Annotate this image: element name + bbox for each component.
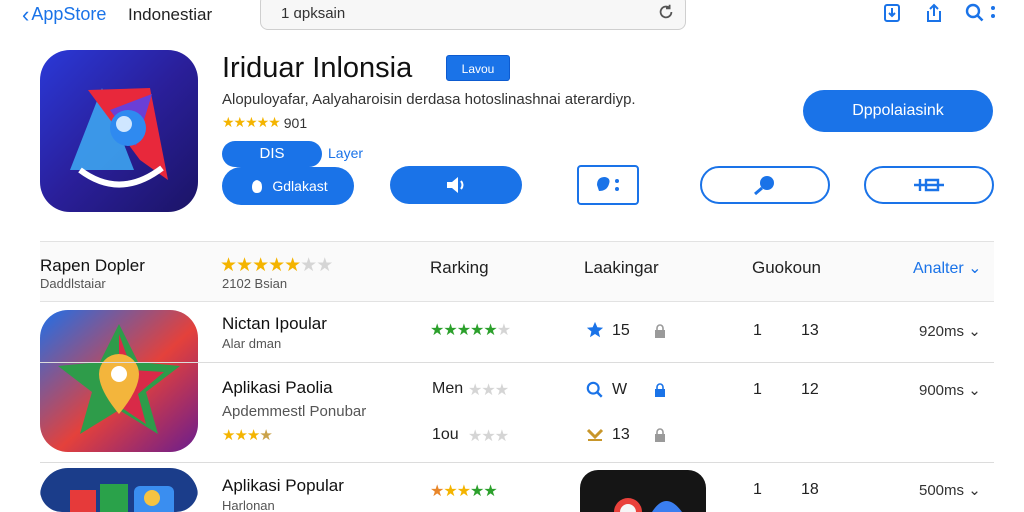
lock-icon <box>655 324 665 338</box>
back-button[interactable]: ‹ AppStore <box>22 1 107 27</box>
row-count-a: 1 <box>753 322 762 339</box>
row-star-rating-icon: ★★★ <box>468 428 509 445</box>
header-rating-caption: 2102 Bsian <box>222 276 288 291</box>
search-value: 1 ɑpksain <box>281 5 346 22</box>
rating-count: 901 <box>283 114 308 131</box>
app-description: Alopuloyafar, Aalyaharoisin derdasa hoto… <box>222 91 636 108</box>
row-title[interactable]: Nictan Ipoular <box>222 314 327 334</box>
row-ranking-label-2: 1ou <box>432 426 459 443</box>
row-size: 500ms <box>919 482 965 499</box>
get-button[interactable]: Gdlakast <box>222 167 354 205</box>
share-icon[interactable] <box>923 2 945 24</box>
row-divider <box>40 462 994 463</box>
row-ranking-label: Men <box>432 380 464 397</box>
row-star-rating-icon: ★★★ <box>468 382 509 399</box>
chevron-left-icon: ‹ <box>22 1 30 27</box>
back-label: AppStore <box>31 4 107 24</box>
row-subtitle: Alar dman <box>222 336 282 351</box>
search-input[interactable]: 1 ɑpksain <box>260 0 686 30</box>
search-icon <box>586 381 603 398</box>
connect-button[interactable] <box>864 166 994 204</box>
app-name: Iriduar Inlonsia <box>222 52 413 84</box>
row-subtitle: Apdemmestl Ponubar <box>222 403 367 420</box>
row-app-icon[interactable] <box>40 468 198 512</box>
status-badge: Lavou <box>446 55 510 81</box>
row-star-rating-icon: ★★★★★ <box>430 483 498 500</box>
row-title[interactable]: Aplikasi Paolia <box>222 378 333 398</box>
magnify-icon <box>754 176 774 196</box>
column-ranking[interactable]: Rarking <box>430 258 489 278</box>
row-divider <box>40 362 994 363</box>
list-header <box>40 241 994 302</box>
row-size-dropdown[interactable]: 920ms ⌄ <box>919 322 981 340</box>
row-size-dropdown[interactable]: 900ms ⌄ <box>919 381 981 399</box>
speaker-icon <box>447 177 464 193</box>
list-title: Rapen Dopler <box>40 256 145 275</box>
row-ranking-value: 15 <box>612 322 630 339</box>
column-count[interactable]: Guokoun <box>752 258 821 278</box>
row-count-b: 13 <box>801 322 819 339</box>
row-subtitle: Harlonan <box>222 498 275 512</box>
chat-bubble-icon <box>597 177 619 191</box>
row-count-b: 18 <box>801 481 819 498</box>
primary-action-button[interactable]: Dppolaiasink <box>803 90 993 132</box>
row-star-rating-icon: ★★★★ <box>222 427 273 444</box>
search-icon[interactable] <box>964 2 986 24</box>
row-preview-icon[interactable] <box>580 470 706 512</box>
chat-button[interactable] <box>577 165 639 205</box>
row-size: 900ms <box>919 382 965 399</box>
analyze-label: Analter <box>913 260 964 277</box>
app-rating: ★★★★★ 901 <box>222 114 307 131</box>
chevron-down-icon: ⌄ <box>968 482 981 499</box>
star-icon <box>586 321 604 338</box>
row-size: 920ms <box>919 323 965 340</box>
bookmark-icon[interactable] <box>881 2 903 24</box>
chevron-down-icon: ⌄ <box>968 323 981 340</box>
plug-icon <box>914 178 944 192</box>
row-count-a: 1 <box>753 481 762 498</box>
row-looking-value-2: 13 <box>612 426 630 443</box>
chevron-down-icon: ⌄ <box>968 382 981 399</box>
hand-icon <box>252 180 263 193</box>
app-icon <box>40 50 198 212</box>
chevron-down-icon: ⌄ <box>968 260 982 277</box>
dis-button[interactable]: DIS <box>222 141 322 167</box>
lock-icon <box>655 428 665 442</box>
analyze-dropdown[interactable]: Analter ⌄ <box>913 258 982 278</box>
star-rating-icon: ★★★★★ <box>222 114 281 130</box>
sound-button[interactable] <box>390 166 522 204</box>
lock-icon <box>655 383 665 397</box>
header-star-rating-icon: ★★★★★★★ <box>220 255 333 276</box>
column-looking[interactable]: Laakingar <box>584 258 659 278</box>
row-looking-value: W <box>612 381 628 398</box>
row-star-rating-icon: ★★★★★★ <box>430 322 511 339</box>
row-title[interactable]: Aplikasi Popular <box>222 476 344 496</box>
more-icon[interactable] <box>990 4 996 24</box>
chevron-icon <box>586 428 604 441</box>
row-count-b: 12 <box>801 381 819 398</box>
refresh-icon[interactable] <box>657 3 675 21</box>
layer-link[interactable]: Layer <box>328 145 363 161</box>
list-subtitle: Daddlstaiar <box>40 276 106 291</box>
row-app-icon[interactable] <box>40 310 198 452</box>
get-button-label: Gdlakast <box>272 178 328 194</box>
search-action-button[interactable] <box>700 166 830 204</box>
page-title: Indonestiar <box>128 5 213 24</box>
row-count-a: 1 <box>753 381 762 398</box>
row-size-dropdown[interactable]: 500ms ⌄ <box>919 481 981 499</box>
